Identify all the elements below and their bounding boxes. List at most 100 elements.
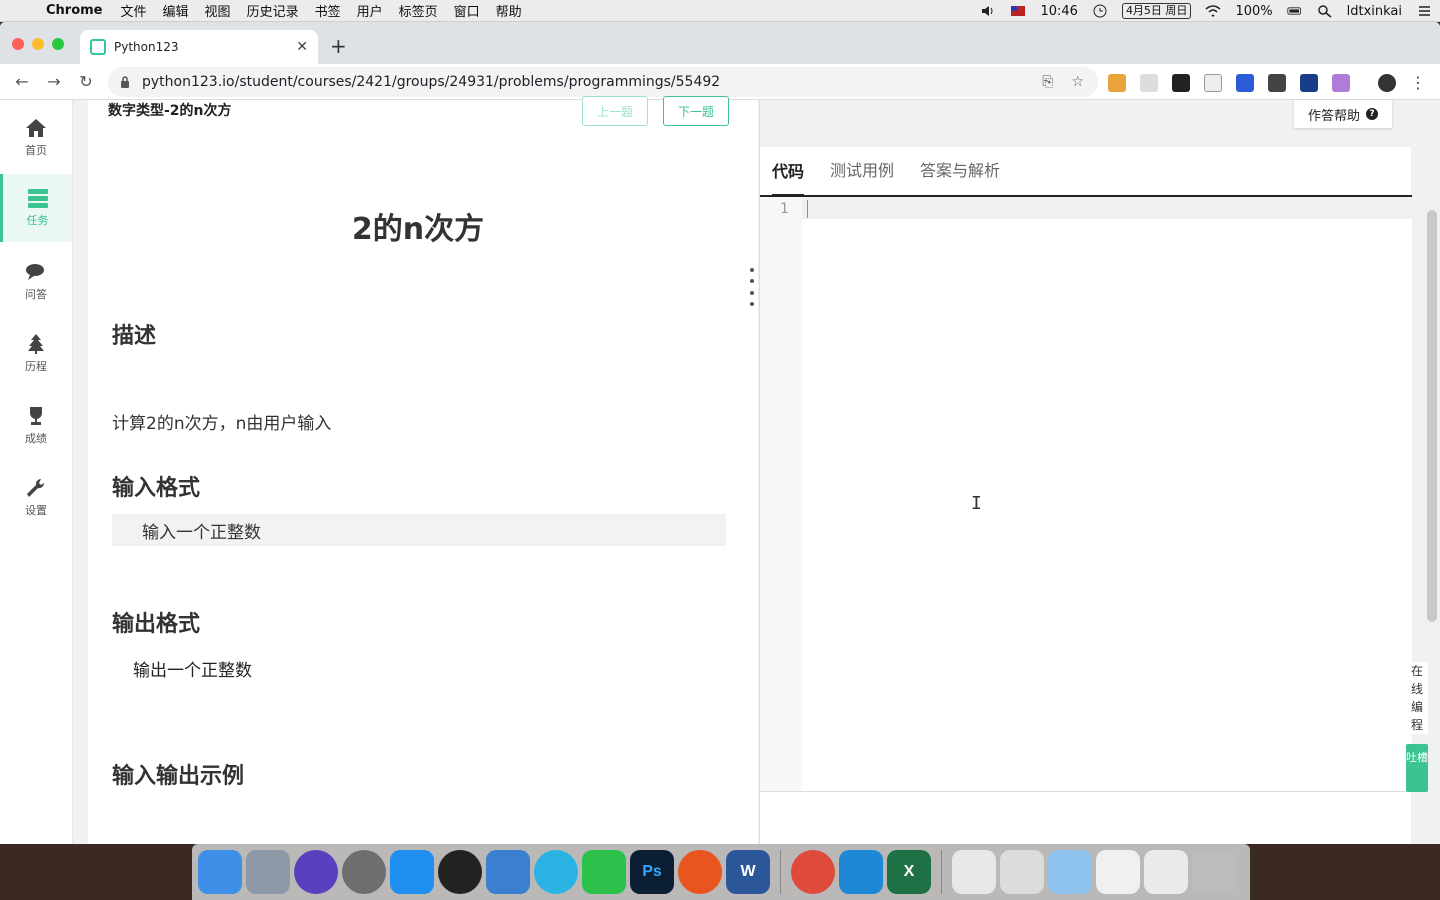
extension-7-icon[interactable]: [1300, 74, 1318, 92]
excel-icon[interactable]: X: [887, 850, 931, 894]
zoom-window-button[interactable]: [52, 38, 64, 50]
sidebar-item-label: 成绩: [25, 430, 47, 446]
time-machine-icon[interactable]: [1092, 4, 1108, 18]
menu-history[interactable]: 历史记录: [247, 1, 299, 20]
tab-test-cases[interactable]: 测试用例: [830, 157, 894, 195]
finder-icon[interactable]: [198, 850, 242, 894]
editor-bottom-border: [760, 791, 1412, 792]
text-caret: [807, 200, 808, 218]
xcode-icon[interactable]: [486, 850, 530, 894]
reload-icon[interactable]: ↻: [70, 72, 102, 91]
tab-answer-analysis[interactable]: 答案与解析: [920, 157, 1000, 195]
back-icon[interactable]: ←: [6, 72, 38, 91]
preview-icon[interactable]: [1000, 850, 1044, 894]
answer-help-button[interactable]: 作答帮助 ?: [1294, 100, 1392, 128]
menu-help[interactable]: 帮助: [496, 1, 522, 20]
menu-app-name[interactable]: Chrome: [46, 3, 103, 18]
extension-1-icon[interactable]: [1108, 74, 1126, 92]
firefox-icon[interactable]: [678, 850, 722, 894]
sidebar-item-grades[interactable]: 成绩: [0, 392, 72, 460]
home-icon: [25, 118, 47, 138]
menu-edit[interactable]: 编辑: [163, 1, 189, 20]
vscode-window-icon[interactable]: [1144, 850, 1188, 894]
sidebar-item-label: 设置: [25, 502, 47, 518]
sidebar-item-home[interactable]: 首页: [0, 104, 72, 172]
extensions-area: ⋮: [1108, 73, 1426, 92]
menu-bookmarks[interactable]: 书签: [315, 1, 341, 20]
menu-file[interactable]: 文件: [121, 1, 147, 20]
menu-view[interactable]: 视图: [205, 1, 231, 20]
prev-problem-button[interactable]: 上一题: [582, 96, 648, 126]
dock-separator: [941, 850, 942, 894]
forward-icon[interactable]: →: [38, 72, 70, 91]
tasks-icon: [27, 188, 49, 208]
page-scrollbar[interactable]: [1427, 210, 1437, 622]
trash-icon[interactable]: [1192, 850, 1236, 894]
minimize-window-button[interactable]: [32, 38, 44, 50]
wechat-icon[interactable]: [582, 850, 626, 894]
sidebar-item-journey[interactable]: 历程: [0, 320, 72, 388]
photoshop-icon[interactable]: Ps: [630, 850, 674, 894]
feedback-button[interactable]: 吐槽: [1406, 744, 1428, 792]
app-store-icon[interactable]: [390, 850, 434, 894]
output-format-heading: 输出格式: [112, 606, 200, 638]
profile-avatar-icon[interactable]: [1378, 74, 1396, 92]
new-tab-icon[interactable]: +: [330, 34, 347, 58]
menu-window[interactable]: 窗口: [454, 1, 480, 20]
volume-icon[interactable]: [980, 4, 996, 18]
bookmark-star-icon[interactable]: ☆: [1071, 74, 1084, 90]
flag-icon[interactable]: [1010, 4, 1026, 18]
chrome-window-icon[interactable]: [1096, 850, 1140, 894]
editor-tabs: 代码 测试用例 答案与解析: [760, 147, 1412, 197]
siri-icon[interactable]: [294, 850, 338, 894]
document-icon[interactable]: [952, 850, 996, 894]
extension-8-icon[interactable]: [1332, 74, 1350, 92]
notification-center-icon[interactable]: [1416, 4, 1432, 18]
omnibox-actions: ⎘ ☆: [1042, 74, 1084, 90]
extension-4-icon[interactable]: [1204, 74, 1222, 92]
next-problem-button[interactable]: 下一题: [663, 96, 729, 126]
sidebar-item-qa[interactable]: 问答: [0, 248, 72, 316]
launchpad-icon[interactable]: [246, 850, 290, 894]
browser-tab[interactable]: Python123 ✕: [80, 30, 318, 64]
question-icon: ?: [1366, 108, 1378, 120]
sidebar-item-tasks[interactable]: 任务: [0, 174, 72, 242]
tab-strip: Python123 ✕ +: [0, 22, 1440, 64]
clock-time[interactable]: 10:46: [1040, 4, 1077, 19]
extension-6-icon[interactable]: [1268, 74, 1286, 92]
qq-icon[interactable]: [438, 850, 482, 894]
address-bar[interactable]: python123.io/student/courses/2421/groups…: [108, 67, 1098, 97]
browser-window: Python123 ✕ + ← → ↻ python123.io/student…: [0, 22, 1440, 844]
tab-code[interactable]: 代码: [772, 158, 804, 197]
extension-5-icon[interactable]: [1236, 74, 1254, 92]
date-display[interactable]: 4月5日 周日: [1122, 3, 1192, 19]
close-window-button[interactable]: [12, 38, 24, 50]
extension-3-icon[interactable]: [1172, 74, 1190, 92]
extension-2-icon[interactable]: [1140, 74, 1158, 92]
input-format-heading: 输入格式: [112, 470, 200, 502]
close-tab-icon[interactable]: ✕: [296, 39, 308, 55]
chat-app-icon[interactable]: [534, 850, 578, 894]
chrome-icon[interactable]: [791, 850, 835, 894]
menu-people[interactable]: 用户: [357, 1, 383, 20]
system-preferences-icon[interactable]: [342, 850, 386, 894]
word-icon[interactable]: W: [726, 850, 770, 894]
line-number: 1: [780, 201, 788, 217]
menu-tab[interactable]: 标签页: [399, 1, 438, 20]
vscode-icon[interactable]: [839, 850, 883, 894]
windows-folder-icon[interactable]: [1048, 850, 1092, 894]
battery-icon[interactable]: [1287, 4, 1303, 18]
wifi-icon[interactable]: [1205, 4, 1221, 18]
online-coding-button[interactable]: 在线编程: [1406, 662, 1428, 734]
search-icon[interactable]: [1317, 4, 1333, 18]
editor-panel: 作答帮助 ? 代码 测试用例 答案与解析 1 I: [759, 100, 1411, 844]
battery-percent[interactable]: 100%: [1235, 4, 1272, 19]
output-format-text: 输出一个正整数: [133, 656, 252, 681]
sidebar-item-settings[interactable]: 设置: [0, 464, 72, 532]
chrome-menu-icon[interactable]: ⋮: [1410, 73, 1426, 92]
username[interactable]: ldtxinkai: [1347, 4, 1402, 19]
code-editor[interactable]: 1 I: [760, 197, 1412, 791]
panel-resize-handle[interactable]: [750, 268, 755, 306]
translate-icon[interactable]: ⎘: [1042, 74, 1053, 90]
sidebar-item-label: 历程: [25, 358, 47, 374]
